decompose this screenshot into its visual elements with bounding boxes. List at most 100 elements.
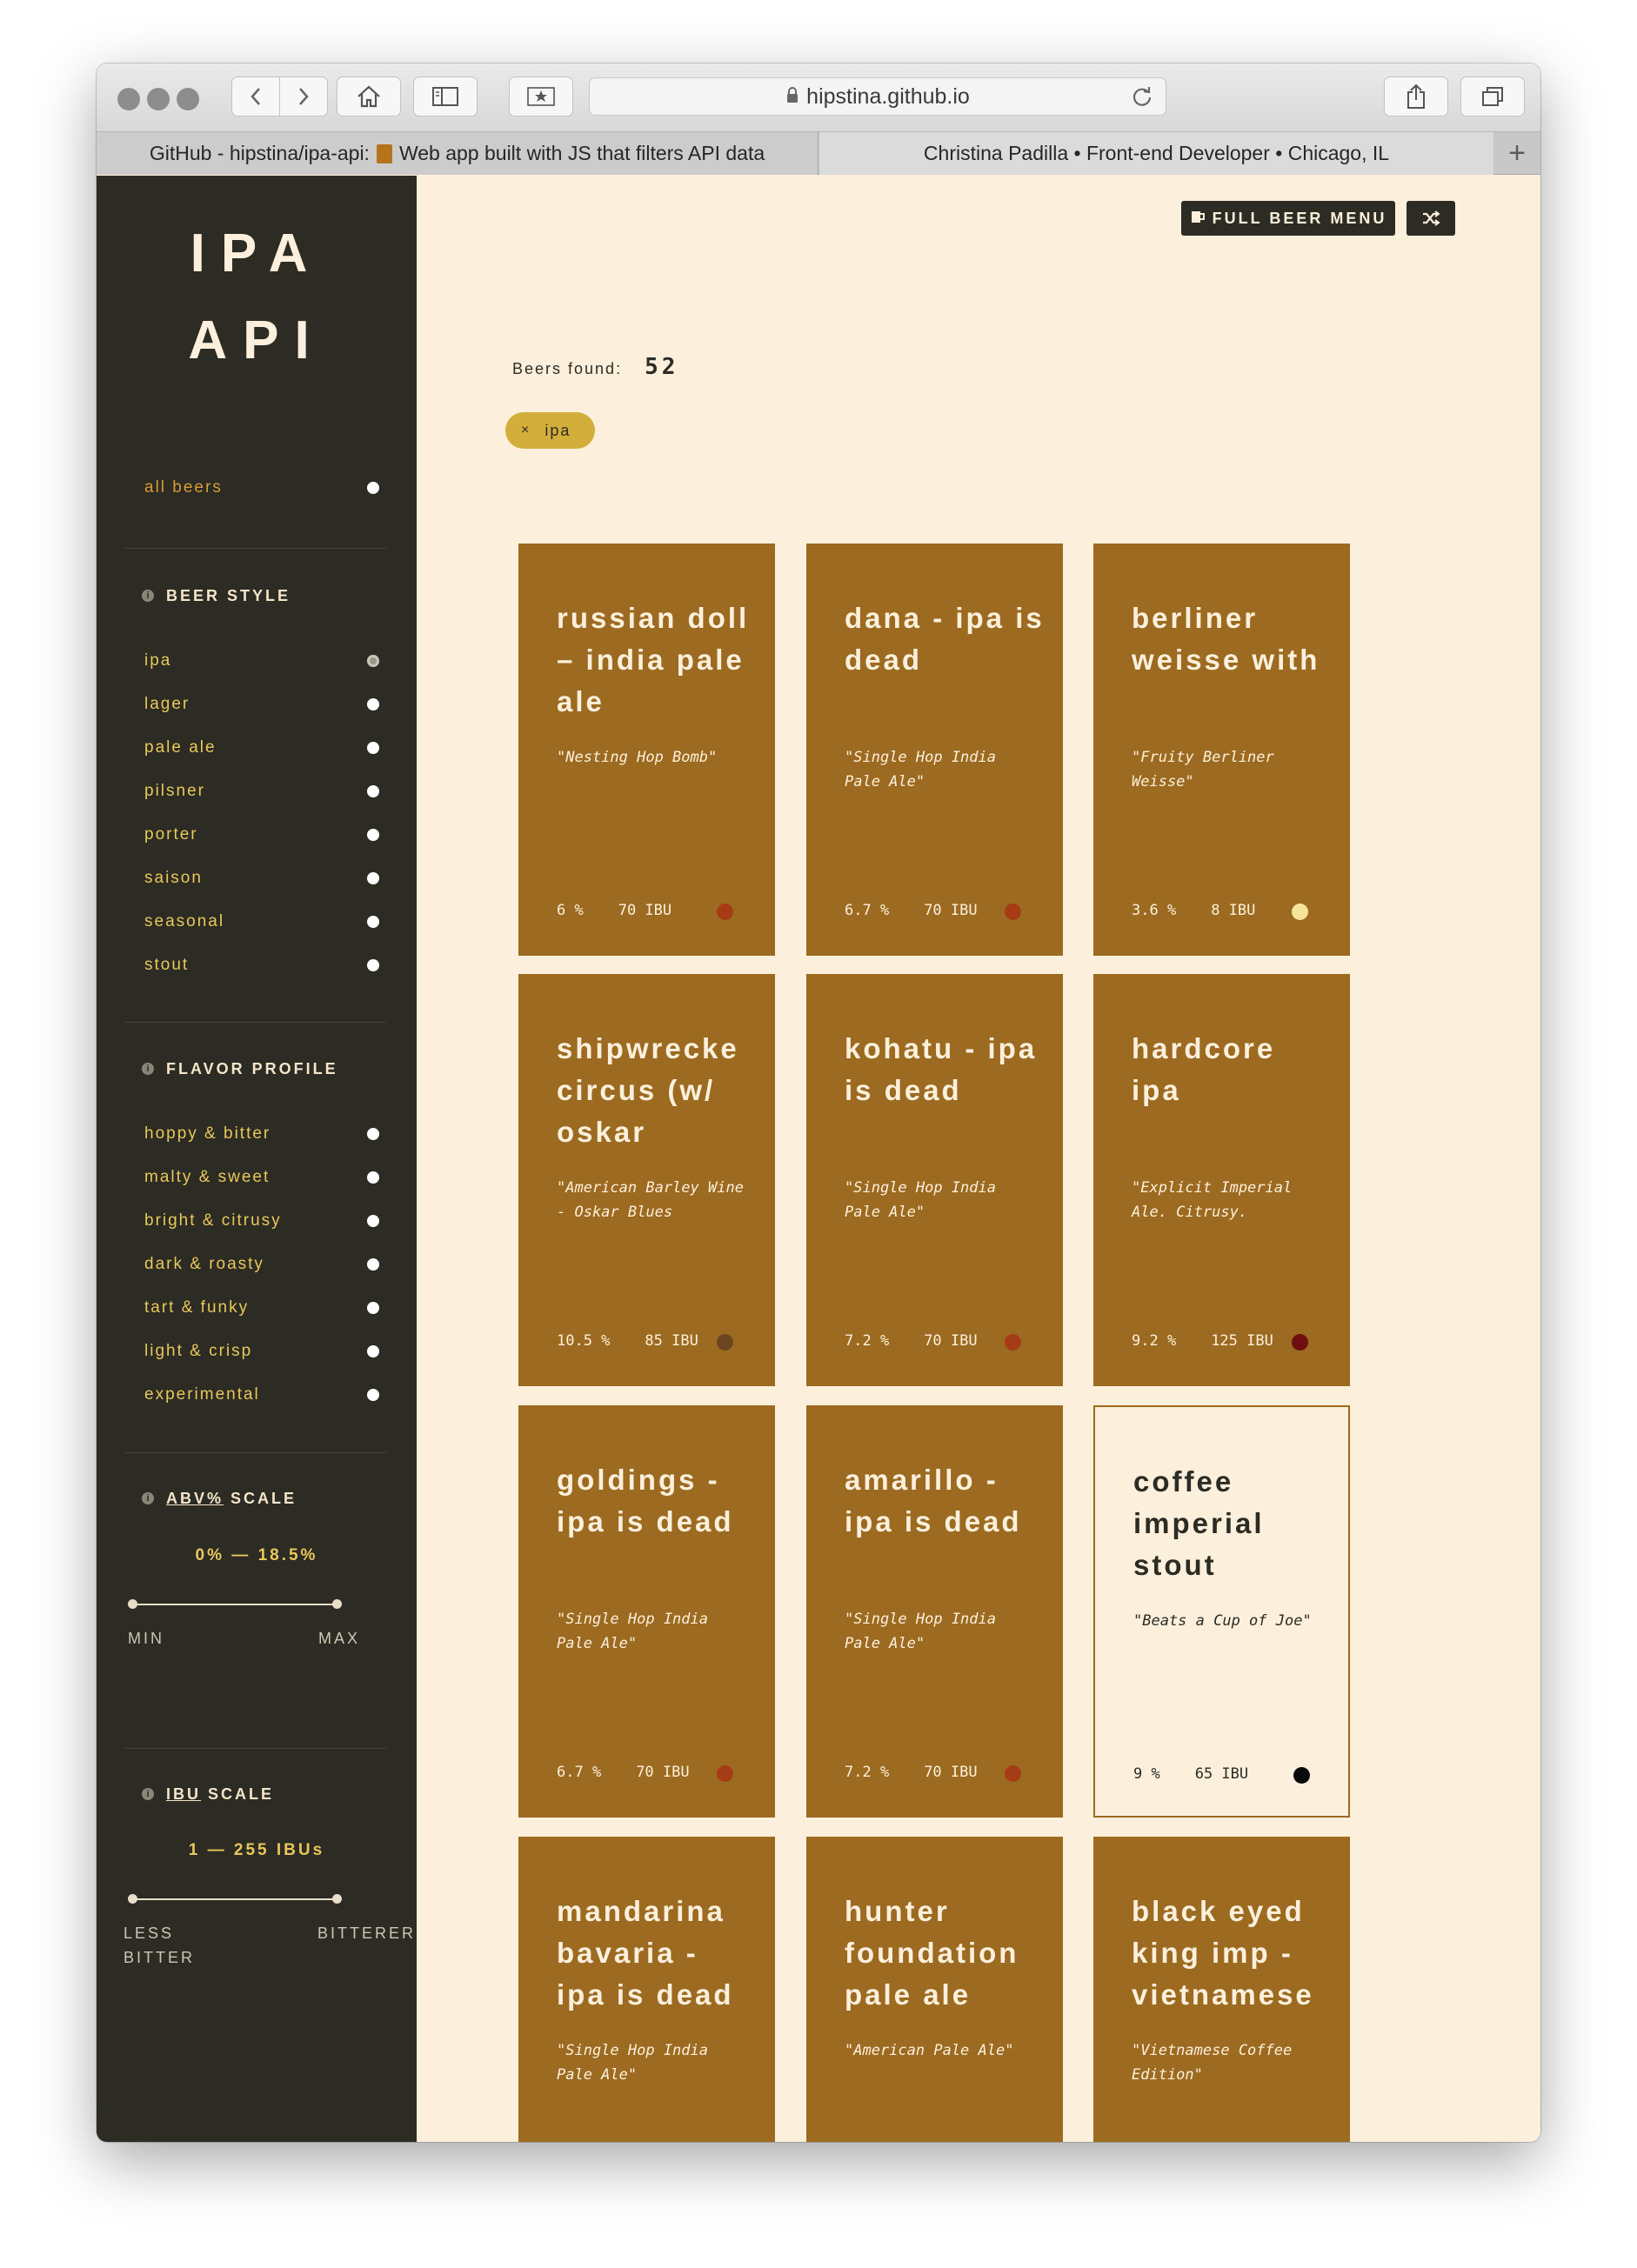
active-filter-chip[interactable]: × ipa [505,412,595,449]
filter-item-malty-sweet[interactable]: malty & sweet [144,1164,379,1191]
beer-tagline: "Single Hop India Pale Ale" [845,1179,996,1221]
filter-item-tart-funky[interactable]: tart & funky [144,1295,379,1321]
filter-item-bright-citrusy[interactable]: bright & citrusy [144,1208,379,1234]
beer-tagline: "Single Hop India Pale Ale" [845,1611,996,1652]
beer-card[interactable]: kohatu - ipa is dead "Single Hop India Pa… [806,974,1063,1386]
filter-item-saison[interactable]: saison [144,865,379,891]
beer-card[interactable]: shipwrecke circus (w/ oskar "American Bar… [518,974,775,1386]
minimize-window-button[interactable] [147,88,170,110]
beer-card[interactable]: coffee imperial stout "Beats a Cup of Joe… [1093,1405,1350,1818]
radio-dot [367,698,379,710]
radio-dot [367,916,379,928]
beer-mug-icon [1190,209,1206,229]
results-count: Beers found: 52 [512,354,678,380]
beer-name: coffee imperial stout [1133,1465,1265,1581]
beer-card[interactable]: goldings - ipa is dead "Single Hop India … [518,1405,775,1818]
filter-item-light-crisp[interactable]: light & crisp [144,1338,379,1364]
beer-card[interactable]: dana - ipa is dead "Single Hop India Pale… [806,544,1063,956]
beer-ibu: 70 IBU [924,1764,978,1781]
divider [125,1452,386,1453]
divider [125,548,386,549]
filter-item-seasonal[interactable]: seasonal [144,909,379,935]
tab-portfolio[interactable]: Christina Padilla • Front-end Developer … [819,132,1493,175]
filter-label: saison [144,869,203,887]
abv-slider-track[interactable] [131,1604,337,1605]
tab-github[interactable]: GitHub - hipstina/ipa-api: Web app built… [97,132,818,175]
filter-item-porter[interactable]: porter [144,822,379,848]
new-tab-button[interactable]: + [1493,132,1540,175]
beer-ibu: 70 IBU [636,1764,690,1781]
beer-card[interactable]: russian doll – india pale ale "Nesting Ho… [518,544,775,956]
beer-name: mandarina bavaria - ipa is dead [557,1895,734,2011]
back-button[interactable] [231,77,280,117]
ibu-slider-max-handle[interactable] [332,1894,342,1904]
share-icon [1407,83,1425,109]
beer-emoji-icon [376,143,392,163]
abv-slider-max-handle[interactable] [332,1599,342,1609]
beer-card[interactable]: hardcore ipa "Explicit Imperial Ale. Citr… [1093,974,1350,1386]
radio-dot [367,1171,379,1184]
beer-name: kohatu - ipa is dead [845,1032,1038,1106]
beer-card[interactable]: amarillo - ipa is dead "Single Hop India … [806,1405,1063,1818]
close-window-button[interactable] [117,88,140,110]
info-icon[interactable]: i [142,590,154,602]
filter-item-experimental[interactable]: experimental [144,1382,379,1408]
info-icon[interactable]: i [142,1492,154,1504]
beer-stats: 9.2 % 125 IBU [1132,1332,1273,1350]
full-beer-menu-button[interactable]: FULL BEER MENU [1181,201,1395,236]
abv-range-readout: 0% — 18.5% [195,1546,318,1564]
beer-color-swatch [717,1765,733,1782]
info-icon[interactable]: i [142,1788,154,1800]
beer-abv: 7.2 % [845,1764,890,1781]
share-button[interactable] [1384,77,1448,117]
address-bar[interactable]: hipstina.github.io [589,77,1166,116]
beer-ibu: 8 IBU [1211,902,1256,919]
tab-overview-button[interactable] [1460,77,1525,117]
beer-card[interactable]: black eyed king imp - vietnamese "Vietnam… [1093,1837,1350,2142]
beer-card[interactable]: berliner weisse with "Fruity Berliner Wei… [1093,544,1350,956]
filter-all-beers[interactable]: all beers [144,475,379,501]
filter-label: porter [144,825,198,844]
beer-ibu: 70 IBU [618,902,672,919]
abv-min-label: MIN [128,1630,164,1647]
flavor-profile-heading: i FLAVOR PROFILE [142,1057,338,1080]
filter-label: light & crisp [144,1342,253,1360]
filter-item-stout[interactable]: stout [144,952,379,978]
tabs-icon [1482,87,1503,106]
chip-label: ipa [545,421,571,439]
beer-tagline: "Single Hop India Pale Ale" [557,2042,708,2084]
zoom-window-button[interactable] [177,88,199,110]
ibu-slider-track[interactable] [131,1898,337,1900]
abbr-text: ABV% [166,1489,224,1507]
info-icon[interactable]: i [142,1063,154,1075]
remove-filter-icon[interactable]: × [521,423,531,438]
beer-ibu: 65 IBU [1194,1765,1249,1783]
shuffle-icon [1423,210,1440,226]
abv-slider-min-handle[interactable] [128,1599,137,1609]
filter-item-hoppy-bitter[interactable]: hoppy & bitter [144,1121,379,1147]
filter-item-ipa[interactable]: ipa [144,648,379,674]
shuffle-button[interactable] [1406,201,1455,236]
chevron-right-icon [299,88,309,105]
radio-dot [367,1258,379,1271]
brand-logo[interactable]: IPA API [97,210,417,384]
filter-item-pale-ale[interactable]: pale ale [144,735,379,761]
main-content: FULL BEER MENU Beers found: 52 × ipa rus… [417,176,1540,2142]
ibu-slider-min-handle[interactable] [128,1894,137,1904]
beer-color-swatch [1005,904,1021,920]
reload-icon[interactable] [1131,85,1153,114]
beer-stats: 7.2 % 70 IBU [845,1764,978,1781]
filter-item-pilsner[interactable]: pilsner [144,778,379,804]
filter-item-lager[interactable]: lager [144,691,379,717]
filter-label: pale ale [144,738,217,757]
radio-dot [367,482,379,494]
filter-item-dark-roasty[interactable]: dark & roasty [144,1251,379,1277]
beer-card[interactable]: hunter foundation pale ale "American Pale… [806,1837,1063,2142]
filter-label: tart & funky [144,1298,250,1317]
beer-card[interactable]: mandarina bavaria - ipa is dead "Single H… [518,1837,775,2142]
sidebar-toggle-button[interactable] [413,77,478,117]
home-button[interactable] [337,77,401,117]
ibu-min-label-line: BITTER [124,1949,196,1966]
forward-button[interactable] [279,77,328,117]
bookmarks-button[interactable] [509,77,573,117]
